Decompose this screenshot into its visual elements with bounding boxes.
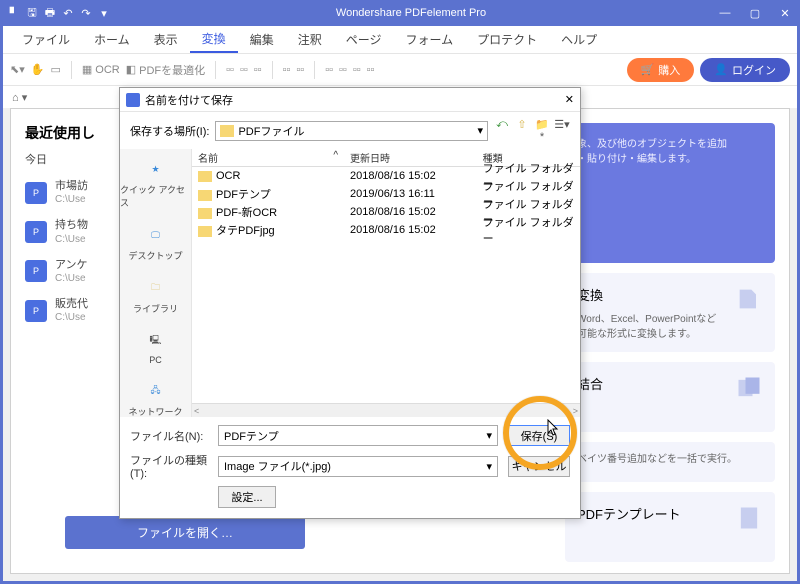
toolbar: ⬉▾ ✋ ▭ ▦ OCR ◧ PDFを最適化 ▫▫ ▫▫ ▫▫ ▫▫ ▫▫ ▫▫… [0, 54, 800, 86]
places-panel: ★クイック アクセス 🖵デスクトップ 🗀ライブラリ 🖳PC 🖧ネットワーク [120, 149, 192, 417]
convert-icon [735, 285, 763, 313]
buy-button[interactable]: 🛒 購入 [627, 58, 695, 82]
home-icon[interactable]: ⌂ ▾ [12, 91, 27, 104]
ocr-button[interactable]: ▦ OCR [82, 63, 120, 76]
conv-8[interactable]: ▫▫ [353, 64, 361, 76]
col-date[interactable]: 更新日時 [344, 150, 477, 165]
dialog-close-button[interactable]: ✕ [565, 93, 574, 106]
filetype-label: ファイルの種類(T): [130, 452, 208, 480]
cancel-button[interactable]: キャンセル [508, 456, 570, 477]
combine-icon [735, 374, 763, 402]
folder-icon [220, 125, 234, 137]
place-pc[interactable]: 🖳PC [141, 329, 171, 365]
dropdown-icon[interactable]: ▾ [96, 7, 112, 20]
nav-back-icon[interactable]: ⤺ [494, 118, 510, 143]
card-combine[interactable]: 結合 [565, 362, 775, 432]
location-label: 保存する場所(I): [130, 123, 209, 139]
open-file-button[interactable]: ファイルを開く… [65, 516, 305, 549]
menu-home[interactable]: ホーム [82, 27, 142, 52]
card-template[interactable]: PDFテンプレート [565, 492, 775, 562]
menu-page[interactable]: ページ [334, 27, 394, 52]
file-row[interactable]: タテPDFjpg2018/08/16 15:02ファイル フォルダー [192, 221, 580, 239]
place-library[interactable]: 🗀ライブラリ [133, 276, 178, 315]
h-scrollbar[interactable]: <> [192, 403, 580, 417]
nav-view-icon[interactable]: ☰▾ [554, 118, 570, 143]
minimize-button[interactable]: — [710, 7, 740, 20]
conv-7[interactable]: ▫▫ [339, 64, 347, 76]
filename-input[interactable]: PDFテンプ▾ [218, 425, 498, 446]
card-edit[interactable]: 象、及び他のオブジェクトを追加 ・貼り付け・編集します。 [565, 123, 775, 263]
app-icon: ▘ [6, 7, 22, 20]
login-button[interactable]: 👤 ログイン [700, 58, 790, 82]
menu-view[interactable]: 表示 [142, 27, 190, 52]
template-icon [735, 504, 763, 532]
place-quick[interactable]: ★クイック アクセス [120, 157, 191, 209]
conv-9[interactable]: ▫▫ [367, 64, 375, 76]
conv-6[interactable]: ▫▫ [325, 64, 333, 76]
settings-button[interactable]: 設定... [218, 486, 276, 508]
card-convert[interactable]: 変換 Word、Excel、PowerPointなど 可能な形式に変換します。 [565, 273, 775, 352]
col-name[interactable]: 名前 ^ [192, 150, 344, 165]
close-button[interactable]: ✕ [770, 7, 800, 20]
location-select[interactable]: PDFファイル ▾ [215, 121, 488, 141]
save-as-dialog: 名前を付けて保存 ✕ 保存する場所(I): PDFファイル ▾ ⤺ ⇧ 📁* ☰… [119, 87, 581, 519]
menu-help[interactable]: ヘルプ [549, 27, 609, 52]
redo-icon[interactable]: ↷ [78, 7, 94, 20]
filename-label: ファイル名(N): [130, 428, 208, 444]
conv-4[interactable]: ▫▫ [283, 64, 291, 76]
card-batch[interactable]: ベイツ番号追加などを一括で実行。 [565, 442, 775, 482]
menu-form[interactable]: フォーム [393, 27, 465, 52]
conv-1[interactable]: ▫▫ [226, 64, 234, 76]
menubar: ファイル ホーム 表示 変換 編集 注釈 ページ フォーム プロテクト ヘルプ [0, 26, 800, 54]
select-tool[interactable]: ⬉▾ [10, 63, 25, 76]
save-button[interactable]: 保存(S) [508, 425, 570, 446]
save-icon[interactable]: 🖫 [24, 4, 40, 23]
conv-3[interactable]: ▫▫ [254, 64, 262, 76]
place-network[interactable]: 🖧ネットワーク [128, 379, 182, 418]
print-icon[interactable]: 🖶 [42, 4, 58, 23]
menu-file[interactable]: ファイル [10, 27, 82, 52]
place-desktop[interactable]: 🖵デスクトップ [128, 223, 182, 262]
conv-2[interactable]: ▫▫ [240, 64, 248, 76]
nav-newfolder-icon[interactable]: 📁* [534, 118, 550, 143]
app-title: Wondershare PDFelement Pro [112, 7, 710, 19]
menu-comment[interactable]: 注釈 [286, 27, 334, 52]
nav-up-icon[interactable]: ⇧ [514, 118, 530, 143]
dialog-icon [126, 93, 140, 107]
menu-convert[interactable]: 変換 [190, 26, 238, 53]
maximize-button[interactable]: ▢ [740, 7, 770, 20]
conv-5[interactable]: ▫▫ [296, 64, 304, 76]
undo-icon[interactable]: ↶ [60, 7, 76, 20]
zoom-tool[interactable]: ▭ [50, 63, 60, 76]
menu-edit[interactable]: 編集 [238, 27, 286, 52]
hand-tool[interactable]: ✋ [31, 63, 45, 76]
dialog-title: 名前を付けて保存 [145, 92, 565, 108]
filetype-select[interactable]: Image ファイル(*.jpg)▾ [218, 456, 498, 477]
titlebar: ▘ 🖫 🖶 ↶ ↷ ▾ Wondershare PDFelement Pro —… [0, 0, 800, 26]
optimize-button[interactable]: ◧ PDFを最適化 [126, 62, 205, 78]
menu-protect[interactable]: プロテクト [465, 27, 549, 52]
file-list: 名前 ^ 更新日時 種類 OCR2018/08/16 15:02ファイル フォル… [192, 149, 580, 417]
